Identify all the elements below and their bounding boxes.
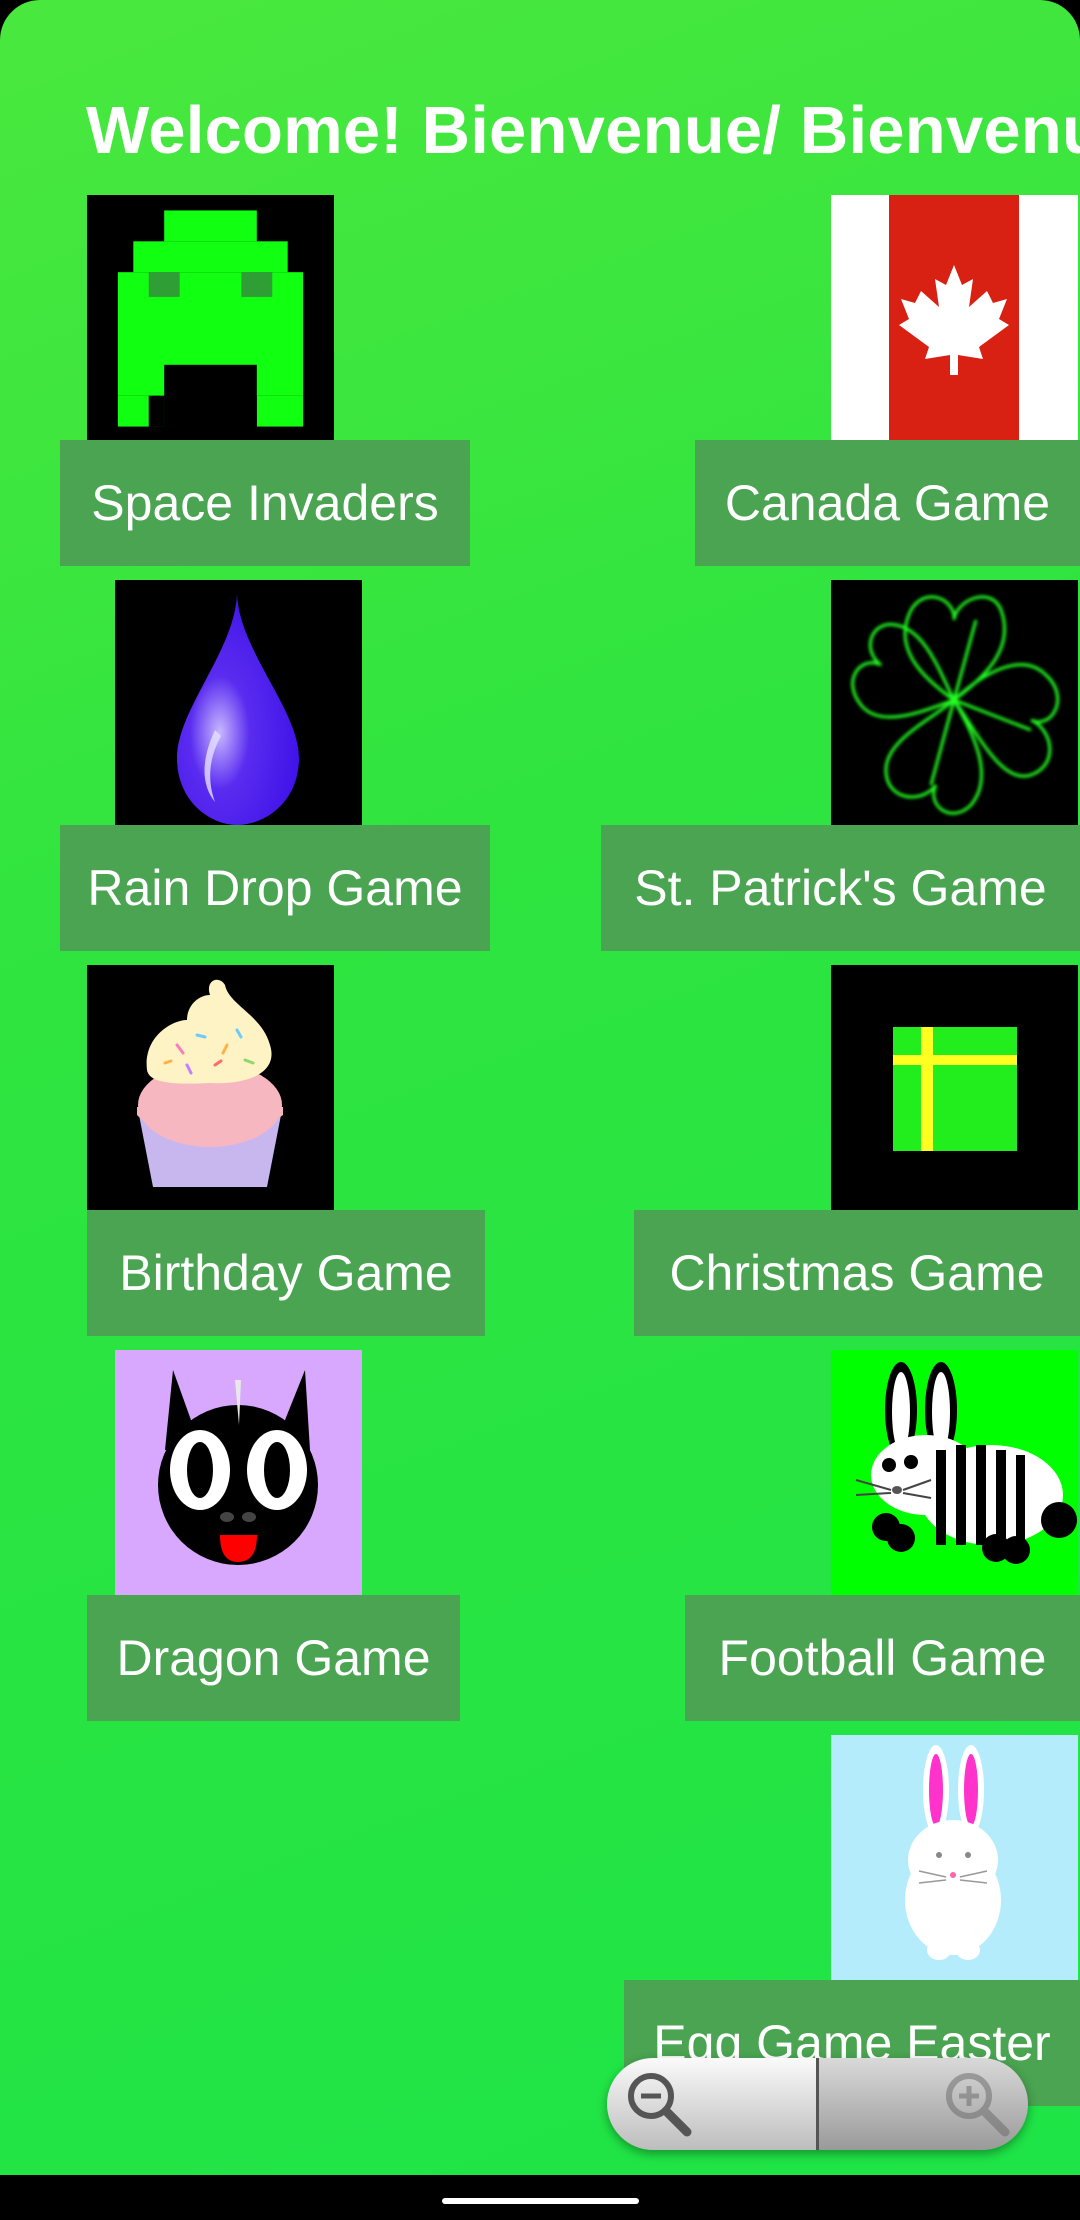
page-title: Welcome! Bienvenue/ Bienvenu! (86, 93, 1080, 168)
app-screen: Welcome! Bienvenue/ Bienvenu! Space Inva… (0, 0, 1080, 2175)
football-game-button[interactable]: Football Game (685, 1595, 1080, 1721)
rain-drop-icon[interactable] (115, 580, 362, 827)
st-patricks-game-button[interactable]: St. Patrick's Game (601, 825, 1080, 951)
cupcake-icon[interactable] (87, 965, 334, 1212)
home-gesture-handle[interactable] (442, 2198, 639, 2204)
zoom-in-icon (946, 2073, 1010, 2137)
christmas-game-button[interactable]: Christmas Game (634, 1210, 1080, 1336)
canada-flag-icon[interactable] (831, 195, 1078, 442)
zoom-out-icon (628, 2073, 692, 2137)
gift-box-icon[interactable] (831, 965, 1078, 1212)
space-invaders-button[interactable]: Space Invaders (60, 440, 470, 566)
space-invader-icon[interactable] (87, 195, 334, 442)
zoom-in-button[interactable] (819, 2058, 1028, 2150)
rain-drop-game-button[interactable]: Rain Drop Game (60, 825, 490, 951)
dragon-face-icon[interactable] (115, 1350, 362, 1597)
birthday-game-button[interactable]: Birthday Game (87, 1210, 485, 1336)
zoom-out-button[interactable] (607, 2058, 819, 2150)
canada-game-button[interactable]: Canada Game (695, 440, 1080, 566)
clover-icon[interactable] (831, 580, 1078, 827)
zebra-icon[interactable] (831, 1350, 1078, 1597)
zoom-controls (607, 2058, 1028, 2150)
bunny-icon[interactable] (831, 1735, 1078, 1982)
dragon-game-button[interactable]: Dragon Game (87, 1595, 460, 1721)
